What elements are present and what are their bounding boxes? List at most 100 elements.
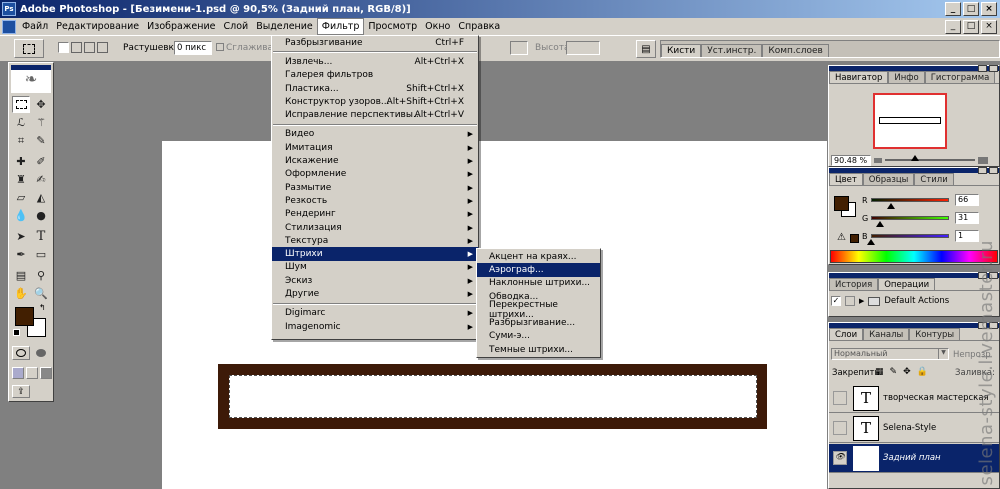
foreground-color-swatch[interactable] [15, 307, 34, 326]
menu-edit[interactable]: Редактирование [52, 18, 143, 35]
action-toggle-checkbox[interactable]: ✓ [831, 296, 841, 306]
intersect-selection-icon[interactable] [97, 42, 108, 53]
filter-menu-item[interactable]: Штрихи ▶ [272, 247, 478, 261]
color-fg-swatch[interactable] [834, 196, 849, 211]
tab-paths[interactable]: Контуры [909, 328, 961, 340]
brush-tool-icon[interactable]: ✐ [32, 153, 50, 170]
close-button[interactable]: × [981, 2, 997, 16]
filter-menu-item[interactable]: Резкость ▶ [272, 194, 478, 207]
photoshop-app-icon[interactable]: Ps [2, 2, 16, 16]
filter-menu-item[interactable]: Digimarc ▶ [272, 307, 478, 320]
channel-value-input[interactable]: 66 [955, 194, 979, 206]
zoom-in-icon[interactable] [978, 156, 988, 164]
zoom-out-icon[interactable] [874, 157, 882, 163]
eyedropper-icon[interactable]: ⚲ [32, 267, 50, 284]
standard-mode-icon[interactable] [12, 346, 30, 360]
eraser-tool-icon[interactable]: ▱ [12, 189, 30, 206]
layer-row[interactable]: 👁 Задний план [829, 444, 999, 473]
jump-to-imageready-icon[interactable]: ⇪ [12, 385, 30, 398]
zoom-slider[interactable] [885, 155, 975, 161]
filter-menu-item[interactable]: Текстура ▶ [272, 234, 478, 247]
zoom-tool-icon[interactable]: 🔍 [32, 285, 50, 302]
swap-dimensions-icon[interactable] [510, 41, 528, 55]
strokes-menu-item[interactable]: Перекрестные штрихи... [477, 300, 600, 320]
filter-menu-item[interactable]: Искажение ▶ [272, 154, 478, 167]
default-colors-icon[interactable] [13, 329, 20, 336]
quick-mask-icon[interactable] [32, 346, 50, 360]
navigator-preview[interactable] [873, 93, 947, 149]
filter-menu-item[interactable]: Разбрызгивание Ctrl+F [272, 36, 478, 49]
layer-visibility-icon[interactable] [833, 421, 847, 435]
filter-menu-item[interactable]: Стилизация ▶ [272, 221, 478, 234]
filter-menu-item[interactable]: Эскиз ▶ [272, 274, 478, 287]
doc-minimize-button[interactable]: _ [945, 19, 961, 34]
tab-tool-presets[interactable]: Уст.инстр. [701, 44, 763, 57]
strokes-menu-item[interactable]: Наклонные штрихи... [477, 277, 600, 290]
filter-menu-item[interactable]: Конструктор узоров... Alt+Shift+Ctrl+X [272, 95, 478, 108]
path-selection-icon[interactable]: ➤ [12, 228, 30, 245]
layer-row[interactable]: Tтворческая мастерская [829, 384, 999, 413]
height-input[interactable] [566, 41, 600, 55]
swap-colors-icon[interactable]: ↰ [39, 303, 46, 312]
filter-menu-item[interactable]: Рендеринг ▶ [272, 208, 478, 221]
action-set-label[interactable]: Default Actions [884, 296, 949, 306]
panel-titlebar[interactable] [829, 65, 999, 72]
tab-channels[interactable]: Каналы [863, 328, 910, 340]
subtract-selection-icon[interactable] [84, 42, 95, 53]
channel-value-input[interactable]: 31 [955, 212, 979, 224]
menu-window[interactable]: Окно [421, 18, 454, 35]
tab-history[interactable]: История [829, 278, 879, 290]
channel-slider[interactable] [871, 234, 949, 238]
full-screen-icon[interactable] [40, 367, 52, 379]
tab-layers[interactable]: Слои [829, 328, 864, 340]
lock-image-icon[interactable]: ✎ [890, 367, 898, 377]
tab-histogram[interactable]: Гистограмма [924, 71, 996, 83]
add-selection-icon[interactable] [71, 42, 82, 53]
strokes-menu-item[interactable]: Аэрограф... [477, 263, 600, 277]
filter-menu-item[interactable]: Извлечь... Alt+Ctrl+X [272, 55, 478, 68]
feather-logo-icon[interactable]: ❧ [11, 65, 51, 93]
panel-minimize-button[interactable] [978, 65, 987, 72]
filter-menu-item[interactable]: Размытие ▶ [272, 181, 478, 194]
channel-slider-thumb[interactable] [876, 221, 885, 227]
rectangle-tool-icon[interactable]: ▭ [32, 246, 50, 263]
filter-menu-item[interactable]: Галерея фильтров [272, 69, 478, 82]
history-brush-icon[interactable]: ✍ [32, 171, 50, 188]
tab-color[interactable]: Цвет [829, 173, 863, 185]
type-tool-icon[interactable]: T [32, 228, 50, 245]
blur-tool-icon[interactable]: 💧 [12, 207, 30, 224]
antialias-checkbox[interactable] [216, 43, 224, 51]
menu-view[interactable]: Просмотр [364, 18, 421, 35]
full-screen-menu-icon[interactable] [26, 367, 38, 379]
menu-help[interactable]: Справка [454, 18, 504, 35]
filter-menu-item[interactable]: Оформление ▶ [272, 168, 478, 181]
slice-tool-icon[interactable]: ✎ [32, 132, 50, 149]
tab-styles[interactable]: Стили [914, 173, 954, 185]
gamut-swatch[interactable] [850, 234, 859, 243]
tab-info[interactable]: Инфо [888, 71, 925, 83]
filter-menu-item[interactable]: Шум ▶ [272, 261, 478, 274]
color-spectrum-bar[interactable] [830, 250, 998, 263]
strokes-menu-item[interactable]: Темные штрихи... [477, 343, 600, 356]
strokes-menu-item[interactable]: Суми-э... [477, 330, 600, 343]
palette-well-icon[interactable]: ▤ [636, 40, 656, 58]
menu-select[interactable]: Выделение [252, 18, 317, 35]
tab-brushes[interactable]: Кисти [661, 44, 702, 57]
minimize-button[interactable]: _ [945, 2, 961, 16]
lock-all-icon[interactable]: 🔒 [917, 367, 928, 377]
filter-menu-item[interactable]: Другие ▶ [272, 287, 478, 300]
expand-arrow-icon[interactable]: ▶ [859, 297, 864, 305]
lasso-tool-icon[interactable]: ℒ [12, 114, 30, 131]
tab-swatches[interactable]: Образцы [862, 173, 915, 185]
doc-restore-button[interactable]: □ [963, 19, 979, 34]
layer-visibility-icon[interactable]: 👁 [833, 451, 847, 465]
strokes-menu-item[interactable]: Акцент на краях... [477, 250, 600, 263]
paint-bucket-icon[interactable]: ◭ [32, 189, 50, 206]
hand-tool-icon[interactable]: ✋ [12, 285, 30, 302]
lock-transparency-icon[interactable]: ▦ [875, 367, 884, 377]
magic-wand-icon[interactable]: ⚚ [32, 114, 50, 131]
channel-slider-thumb[interactable] [887, 203, 896, 209]
doc-close-button[interactable]: × [981, 19, 997, 34]
layer-row[interactable]: T Selena-Style [829, 414, 999, 443]
action-dialog-checkbox[interactable] [845, 296, 855, 306]
